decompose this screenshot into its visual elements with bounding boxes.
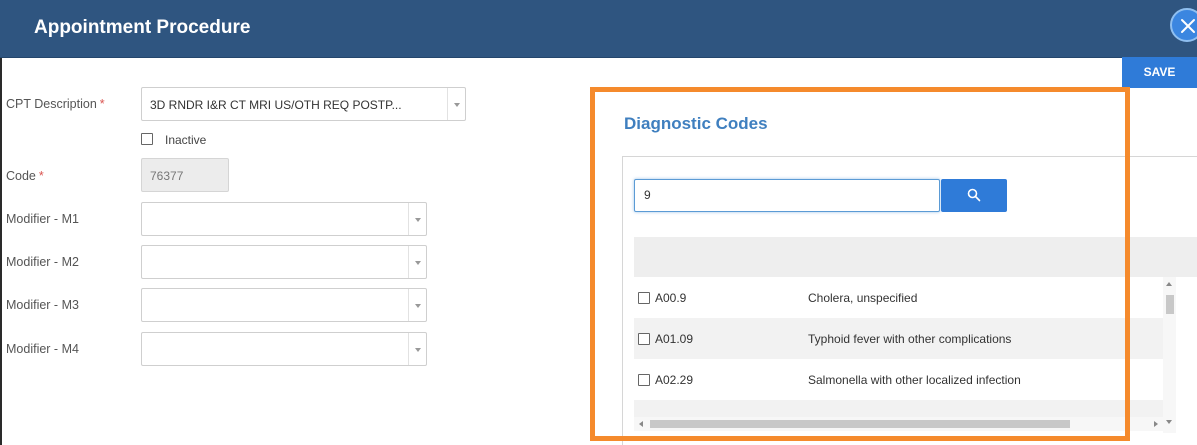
- cpt-description-select[interactable]: 3D RNDR I&R CT MRI US/OTH REQ POSTP...: [141, 87, 466, 121]
- modifier-m1-label: Modifier - M1: [6, 212, 79, 226]
- inactive-checkbox[interactable]: [141, 133, 153, 145]
- highlight-annotation: [590, 87, 1130, 441]
- left-edge: [0, 58, 2, 445]
- modifier-m2-label: Modifier - M2: [6, 255, 79, 269]
- vertical-scrollbar[interactable]: [1163, 277, 1176, 433]
- required-marker: *: [38, 169, 44, 183]
- modifier-m2-select[interactable]: [141, 245, 427, 279]
- inactive-label: Inactive: [165, 133, 207, 147]
- modifier-m3-label: Modifier - M3: [6, 298, 79, 312]
- modifier-m1-select[interactable]: [141, 202, 427, 236]
- chevron-down-icon[interactable]: [447, 88, 465, 120]
- scroll-up-icon[interactable]: [1166, 282, 1172, 286]
- code-label-text: Code: [6, 169, 36, 183]
- code-field: 76377: [141, 158, 229, 192]
- chevron-down-icon[interactable]: [408, 289, 426, 321]
- code-label: Code *: [6, 169, 44, 183]
- scroll-down-icon[interactable]: [1166, 420, 1172, 424]
- scroll-thumb[interactable]: [1166, 295, 1174, 314]
- scroll-right-icon[interactable]: [1154, 421, 1158, 427]
- save-button[interactable]: SAVE: [1122, 57, 1197, 88]
- close-button[interactable]: [1170, 8, 1197, 42]
- modifier-m4-label: Modifier - M4: [6, 342, 79, 356]
- required-marker: *: [99, 97, 105, 111]
- chevron-down-icon[interactable]: [408, 333, 426, 365]
- modifier-m3-select[interactable]: [141, 288, 427, 322]
- modifier-m4-select[interactable]: [141, 332, 427, 366]
- chevron-down-icon[interactable]: [408, 246, 426, 278]
- close-icon: [1181, 19, 1195, 33]
- cpt-description-label-text: CPT Description: [6, 97, 97, 111]
- chevron-down-icon[interactable]: [408, 203, 426, 235]
- dialog-title: Appointment Procedure: [34, 17, 251, 38]
- dialog-header: Appointment Procedure: [0, 0, 1197, 58]
- cpt-description-value: 3D RNDR I&R CT MRI US/OTH REQ POSTP...: [150, 98, 402, 112]
- cpt-description-label: CPT Description *: [6, 97, 105, 111]
